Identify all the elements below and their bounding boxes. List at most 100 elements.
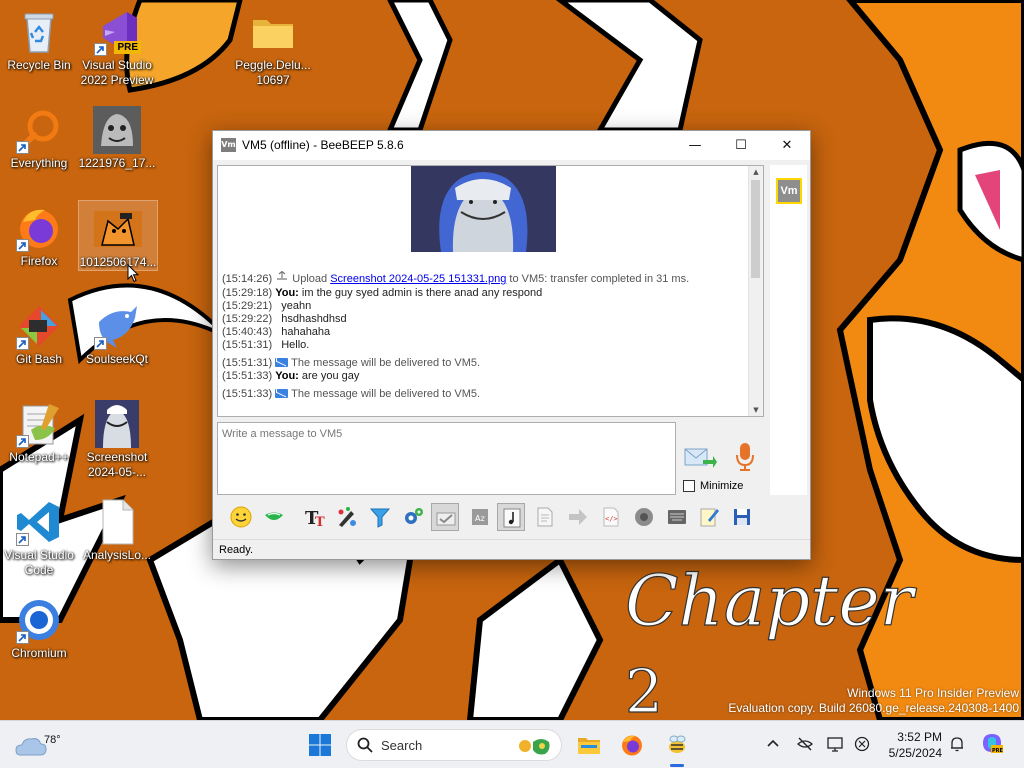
desktop-icon-peggle-folder[interactable]: Peggle.Delu... 10697 xyxy=(234,4,312,88)
save-icon xyxy=(734,509,750,525)
notepad-plus-plus-icon xyxy=(15,400,63,448)
scroll-down-icon[interactable]: ▼ xyxy=(749,404,763,416)
soulseek-icon xyxy=(93,302,141,350)
system-message: (15:51:33) The message will be delivered … xyxy=(222,388,480,400)
desktop-icon-label: 1221976_17... xyxy=(78,156,156,170)
document-button[interactable] xyxy=(531,503,559,531)
shortcut-arrow-icon xyxy=(16,533,29,546)
desktop-icon-soulseek[interactable]: SoulseekQt xyxy=(78,298,156,367)
upload-prefix: Upload xyxy=(292,273,328,285)
desktop-icon-image-1012506174[interactable]: 1012506174... xyxy=(78,200,158,271)
desktop-icon-visual-studio-preview[interactable]: PRE Visual Studio 2022 Preview xyxy=(78,4,156,88)
spell-check-button[interactable] xyxy=(431,503,459,531)
taskbar-beebeep[interactable] xyxy=(660,728,694,767)
emoji-green-icon xyxy=(265,512,283,520)
notes-button[interactable] xyxy=(695,503,723,531)
voice-message-button[interactable] xyxy=(733,441,757,473)
keyboard-icon xyxy=(668,510,686,524)
spell-check-icon xyxy=(436,512,456,526)
settings-gear-icon xyxy=(405,508,423,524)
desktop-icon-screenshot[interactable]: Screenshot 2024-05-... xyxy=(78,396,156,480)
filter-button[interactable] xyxy=(366,503,394,531)
emoji-button[interactable] xyxy=(260,503,288,531)
minimize-button[interactable]: — xyxy=(672,131,718,160)
message-timestamp: (15:40:43) xyxy=(222,326,273,338)
emoticon-button[interactable] xyxy=(227,503,255,531)
chat-history[interactable]: (15:14:26) Upload Screenshot 2024-05-25 … xyxy=(217,165,764,417)
taskbar-file-explorer[interactable] xyxy=(572,728,606,762)
beebeep-app-icon: Vm xyxy=(221,138,236,152)
desktop-icon-label: SoulseekQt xyxy=(85,352,149,366)
copilot-preview-icon[interactable]: PRE xyxy=(980,731,1004,755)
desktop-icon-vscode[interactable]: Visual Studio Code xyxy=(0,494,78,578)
preview-badge: PRE xyxy=(114,41,141,54)
sound-button[interactable] xyxy=(497,503,525,531)
start-button[interactable] xyxy=(308,733,332,757)
desktop-icon-git-bash[interactable]: Git Bash xyxy=(0,298,78,367)
window-titlebar[interactable]: Vm VM5 (offline) - BeeBEEP 5.8.6 — ☐ ✕ xyxy=(213,131,810,160)
chat-scrollbar[interactable]: ▲ ▼ xyxy=(748,166,763,416)
envelope-icon xyxy=(275,358,289,367)
document-icon xyxy=(537,507,553,527)
shortcut-arrow-icon xyxy=(16,141,29,154)
desktop-icon-image-1221976[interactable]: 1221976_17... xyxy=(78,102,156,171)
svg-text:PRE: PRE xyxy=(992,748,1004,754)
send-button[interactable] xyxy=(683,444,717,472)
scroll-up-icon[interactable]: ▲ xyxy=(749,166,763,178)
text-file-icon xyxy=(93,498,141,546)
taskbar-clock[interactable]: 3:52 PM 5/25/2024 xyxy=(880,729,942,761)
message-input[interactable]: Write a message to VM5 xyxy=(217,422,676,495)
desktop-icon-label: Peggle.Delu... 10697 xyxy=(235,58,311,87)
close-button[interactable]: ✕ xyxy=(764,131,810,160)
message-text: Hello. xyxy=(281,339,310,351)
screenshot-button[interactable] xyxy=(630,503,658,531)
color-button[interactable] xyxy=(333,503,361,531)
watermark-line-1: Windows 11 Pro Insider Preview xyxy=(847,686,1019,700)
send-icon xyxy=(684,448,717,468)
keyboard-button[interactable] xyxy=(663,503,691,531)
minimize-checkbox[interactable] xyxy=(683,480,695,492)
shortcut-arrow-icon xyxy=(16,337,29,350)
message-timestamp: (15:51:33) xyxy=(222,370,273,382)
font-button[interactable]: TT xyxy=(301,503,329,531)
uploaded-file-link[interactable]: Screenshot 2024-05-25 151331.png xyxy=(330,273,506,285)
desktop-icon-firefox[interactable]: Firefox xyxy=(0,200,78,269)
html-code-icon: </> xyxy=(603,507,619,527)
user-list-panel: Vm xyxy=(770,165,807,495)
html-button[interactable]: </> xyxy=(597,503,625,531)
message-text: hsdhashdhsd xyxy=(281,313,347,325)
search-highlight-icon xyxy=(519,739,550,755)
chat-image-preview[interactable] xyxy=(411,166,556,252)
desktop-icon-notepad-plus-plus[interactable]: Notepad++ xyxy=(0,396,78,465)
desktop-icon-chromium[interactable]: Chromium xyxy=(0,592,78,661)
maximize-button[interactable]: ☐ xyxy=(718,131,764,160)
forward-button[interactable] xyxy=(564,503,592,531)
message-timestamp: (15:51:33) xyxy=(222,388,273,400)
user-vm5-avatar[interactable]: Vm xyxy=(776,178,802,204)
desktop-icon-recycle-bin[interactable]: Recycle Bin xyxy=(0,4,78,73)
search-placeholder: Search xyxy=(381,738,423,753)
chevron-up-icon[interactable] xyxy=(764,735,782,753)
chat-message: (15:51:31) Hello. xyxy=(222,339,309,351)
notification-bell-icon[interactable] xyxy=(948,735,966,753)
shortcut-arrow-icon xyxy=(16,239,29,252)
desktop-icon-label: 1012506174... xyxy=(79,255,157,269)
message-text: im the guy syed admin is there anad any … xyxy=(301,287,543,299)
everything-search-icon xyxy=(15,106,63,154)
desktop-icon-everything[interactable]: Everything xyxy=(0,102,78,171)
color-picker-icon xyxy=(338,507,356,527)
scrollbar-thumb[interactable] xyxy=(751,180,760,278)
taskbar-search-box[interactable]: Search xyxy=(346,729,562,761)
taskbar-firefox[interactable] xyxy=(615,728,649,762)
save-button[interactable] xyxy=(728,503,756,531)
message-text: hahahaha xyxy=(281,326,331,338)
display-icon[interactable] xyxy=(826,735,844,753)
accessibility-icon[interactable] xyxy=(853,735,871,753)
start-icon xyxy=(309,734,331,756)
desktop-icon-analysis-log[interactable]: AnalysisLo... xyxy=(78,494,156,563)
weather-widget[interactable]: 78° xyxy=(14,727,61,763)
status-text: Ready. xyxy=(219,544,254,556)
dictionary-button[interactable]: Az xyxy=(466,503,494,531)
network-off-icon[interactable] xyxy=(796,735,814,753)
settings-button[interactable] xyxy=(399,503,427,531)
